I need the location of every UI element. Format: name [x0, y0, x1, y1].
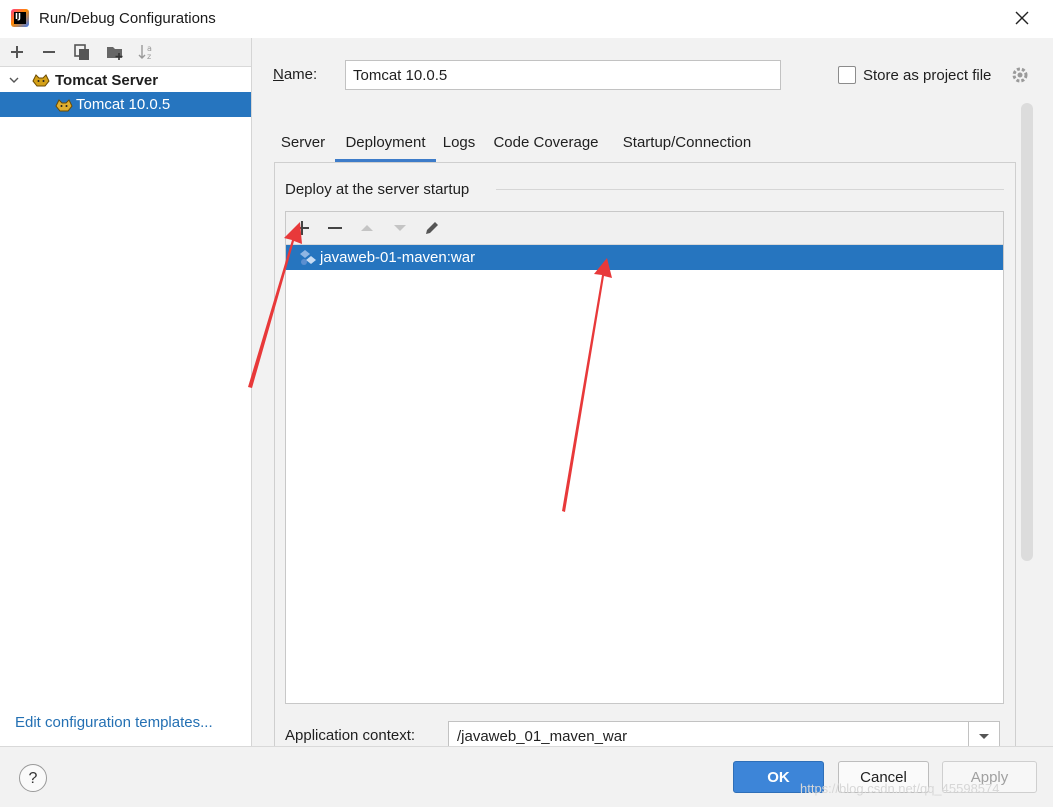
- configurations-sidebar: az Tomcat Server Tomcat 10.0.5 Edit conf…: [0, 38, 252, 746]
- add-configuration-button[interactable]: [7, 42, 27, 62]
- chevron-down-icon[interactable]: [8, 74, 20, 86]
- help-button[interactable]: ?: [19, 764, 47, 792]
- copy-icon: [74, 44, 89, 60]
- tree-group-label: Tomcat Server: [55, 72, 159, 89]
- svg-text:z: z: [147, 52, 151, 61]
- config-tabs: Server Deployment Logs Code Coverage Sta…: [274, 126, 1016, 162]
- tomcat-icon: [32, 74, 50, 87]
- sort-configurations-button[interactable]: az: [137, 42, 157, 62]
- tab-code-coverage[interactable]: Code Coverage: [486, 126, 606, 162]
- edit-artifact-button[interactable]: [422, 218, 442, 238]
- tree-group-tomcat-server[interactable]: Tomcat Server: [0, 68, 251, 92]
- name-label: Name:: [273, 66, 318, 83]
- close-button[interactable]: [1008, 6, 1036, 32]
- watermark: https://blog.csdn.net/qq_45598574: [800, 781, 1000, 796]
- remove-artifact-button[interactable]: [325, 218, 345, 238]
- artifact-row[interactable]: javaweb-01-maven:war: [286, 245, 1003, 270]
- add-artifact-button[interactable]: [292, 218, 312, 238]
- gear-icon: [1012, 67, 1028, 83]
- minus-icon: [43, 51, 55, 53]
- close-icon: [1015, 11, 1029, 25]
- store-as-project-file-checkbox[interactable]: [838, 66, 856, 84]
- edit-templates-link[interactable]: Edit configuration templates...: [15, 714, 213, 731]
- intellij-app-icon: IJ: [11, 9, 29, 27]
- move-down-button[interactable]: [390, 218, 410, 238]
- tab-server[interactable]: Server: [274, 126, 332, 162]
- vertical-scrollbar[interactable]: [1021, 103, 1033, 561]
- plus-icon: [295, 221, 309, 235]
- dialog-button-bar: ? OK Cancel Apply: [0, 746, 1053, 807]
- tree-item-tomcat-config[interactable]: Tomcat 10.0.5: [0, 92, 251, 117]
- sort-alpha-icon: az: [138, 44, 152, 61]
- section-divider: [496, 189, 1004, 190]
- application-context-value: /javaweb_01_maven_war: [457, 728, 628, 745]
- artifact-name: javaweb-01-maven:war: [320, 249, 476, 266]
- remove-configuration-button[interactable]: [39, 42, 59, 62]
- title-bar: IJ Run/Debug Configurations: [0, 0, 1053, 38]
- deployment-artifact-list: javaweb-01-maven:war: [285, 211, 1004, 704]
- pencil-icon: [426, 222, 438, 234]
- arrow-down-icon: [394, 225, 406, 231]
- window-title: Run/Debug Configurations: [39, 10, 216, 27]
- deploy-section-title: Deploy at the server startup: [285, 181, 470, 198]
- minus-icon: [328, 227, 342, 229]
- tab-deployment[interactable]: Deployment: [335, 126, 436, 162]
- arrow-up-icon: [361, 225, 373, 231]
- application-context-label: Application context:: [285, 727, 416, 744]
- tab-logs[interactable]: Logs: [439, 126, 479, 162]
- artifact-list-toolbar: [286, 212, 1003, 245]
- folder-add-icon: [107, 47, 123, 60]
- move-up-button[interactable]: [357, 218, 377, 238]
- store-settings-button[interactable]: [1011, 66, 1029, 84]
- sidebar-toolbar: az: [0, 38, 251, 67]
- move-to-folder-button[interactable]: [105, 42, 125, 62]
- plus-icon: [11, 46, 23, 58]
- copy-configuration-button[interactable]: [72, 42, 92, 62]
- tab-startup-connection[interactable]: Startup/Connection: [613, 126, 761, 162]
- artifact-icon: [300, 250, 316, 265]
- store-as-project-file-label: Store as project file: [863, 67, 992, 84]
- tree-item-label: Tomcat 10.0.5: [76, 96, 171, 113]
- name-field[interactable]: [345, 60, 781, 90]
- tomcat-icon: [55, 99, 73, 112]
